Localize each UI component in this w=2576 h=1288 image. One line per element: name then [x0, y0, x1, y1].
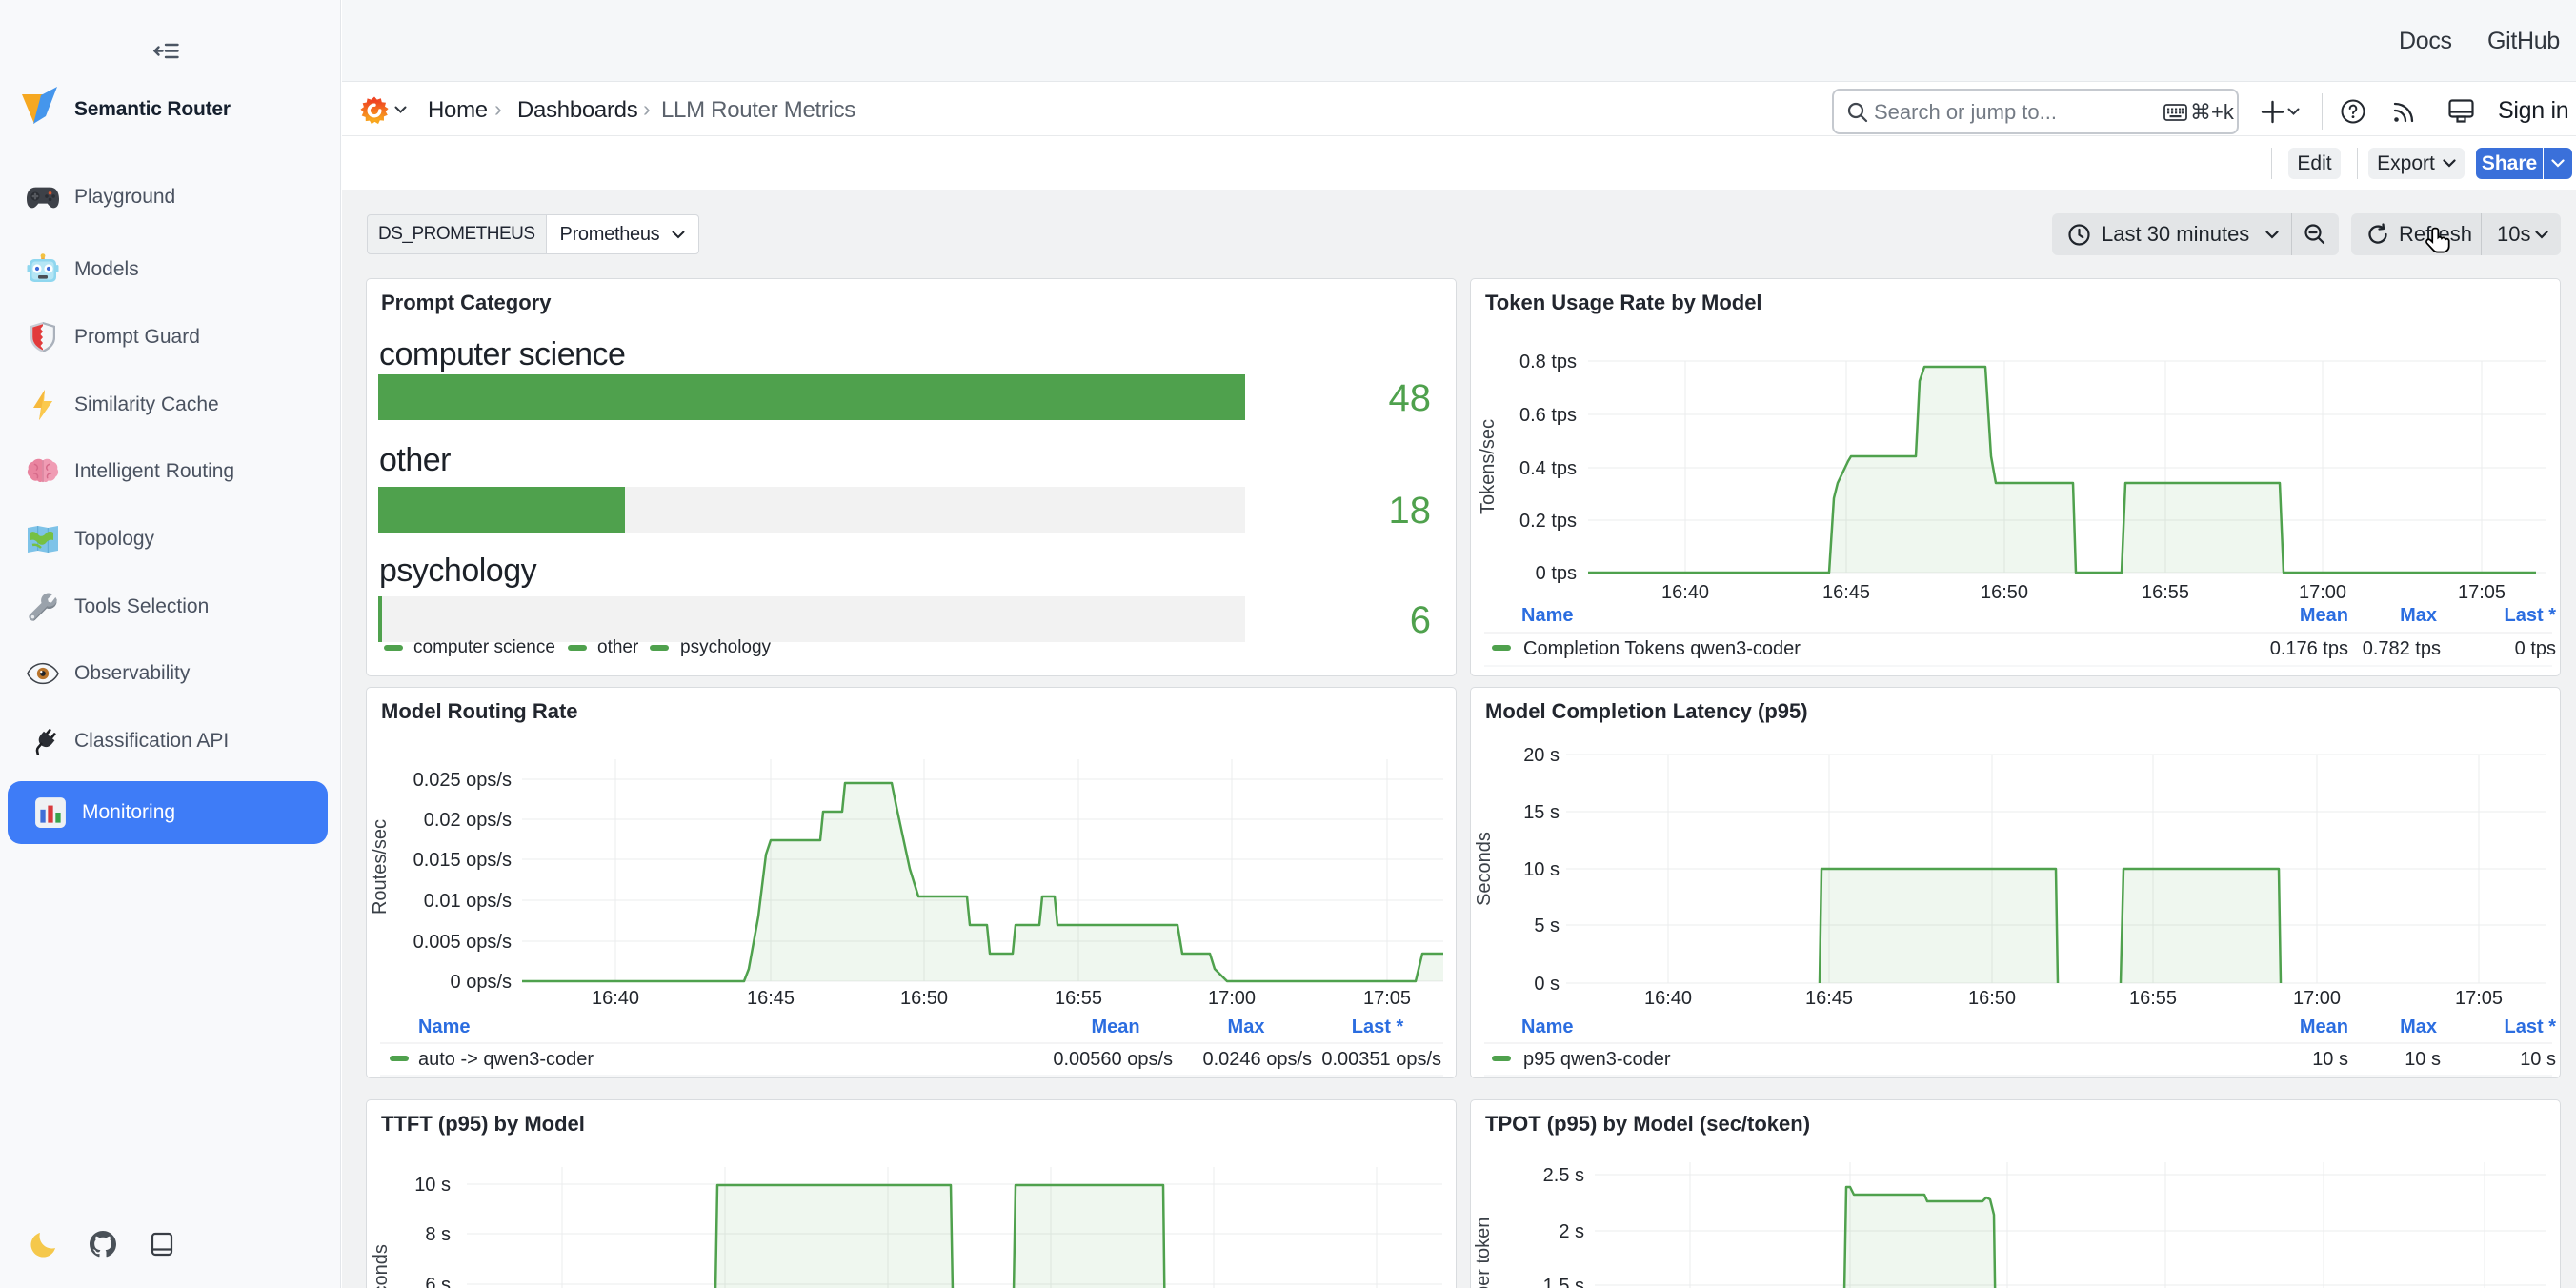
- svg-text:17:05: 17:05: [2458, 582, 2506, 603]
- svg-text:0.00560 ops/s: 0.00560 ops/s: [1053, 1049, 1173, 1070]
- svg-text:Last *: Last *: [2505, 605, 2557, 626]
- svg-text:20 s: 20 s: [1523, 745, 1560, 766]
- svg-text:16:55: 16:55: [1055, 988, 1102, 1009]
- svg-text:16:40: 16:40: [1644, 988, 1692, 1009]
- svg-text:17:00: 17:00: [2293, 988, 2341, 1009]
- svg-text:16:45: 16:45: [747, 988, 795, 1009]
- svg-text:Last *: Last *: [2505, 1016, 2557, 1037]
- svg-text:17:00: 17:00: [1208, 988, 1256, 1009]
- svg-text:15 s: 15 s: [1523, 802, 1560, 823]
- svg-text:16:55: 16:55: [2142, 582, 2189, 603]
- svg-text:17:05: 17:05: [1363, 988, 1411, 1009]
- svg-text:0.4 tps: 0.4 tps: [1519, 458, 1577, 479]
- svg-text:6 s: 6 s: [425, 1275, 451, 1288]
- svg-text:Completion Tokens qwen3-coder: Completion Tokens qwen3-coder: [1523, 638, 1801, 659]
- svg-text:p95 qwen3-coder: p95 qwen3-coder: [1523, 1049, 1671, 1070]
- svg-text:2 s: 2 s: [1559, 1221, 1584, 1242]
- svg-text:Mean: Mean: [2300, 1016, 2348, 1037]
- svg-text:0.02 ops/s: 0.02 ops/s: [424, 810, 512, 831]
- svg-text:Seconds: Seconds: [1474, 832, 1495, 906]
- svg-text:16:50: 16:50: [900, 988, 948, 1009]
- svg-text:Name: Name: [1521, 1016, 1573, 1037]
- svg-text:Mean: Mean: [1091, 1016, 1139, 1037]
- svg-text:10 s: 10 s: [414, 1175, 451, 1196]
- svg-text:0.025 ops/s: 0.025 ops/s: [413, 770, 512, 791]
- svg-text:10 s: 10 s: [2520, 1049, 2556, 1070]
- svg-text:16:50: 16:50: [1968, 988, 2016, 1009]
- svg-text:10 s: 10 s: [2405, 1049, 2441, 1070]
- svg-text:Max: Max: [2400, 1016, 2437, 1037]
- svg-text:16:50: 16:50: [1981, 582, 2028, 603]
- svg-text:16:40: 16:40: [592, 988, 639, 1009]
- svg-text:0.0246 ops/s: 0.0246 ops/s: [1202, 1049, 1312, 1070]
- svg-text:Seconds per token: Seconds per token: [1473, 1218, 1494, 1288]
- svg-text:2.5 s: 2.5 s: [1543, 1165, 1584, 1186]
- svg-text:17:00: 17:00: [2299, 582, 2346, 603]
- svg-text:16:45: 16:45: [1805, 988, 1853, 1009]
- svg-text:0.6 tps: 0.6 tps: [1519, 405, 1577, 426]
- svg-text:0 tps: 0 tps: [2515, 638, 2556, 659]
- svg-text:Mean: Mean: [2300, 605, 2348, 626]
- svg-text:0.176 tps: 0.176 tps: [2270, 638, 2348, 659]
- svg-text:5 s: 5 s: [1534, 916, 1560, 936]
- svg-text:16:45: 16:45: [1822, 582, 1870, 603]
- svg-text:0.015 ops/s: 0.015 ops/s: [413, 850, 512, 871]
- svg-text:0 s: 0 s: [1534, 974, 1560, 995]
- svg-text:Name: Name: [418, 1016, 470, 1037]
- svg-text:0.005 ops/s: 0.005 ops/s: [413, 932, 512, 953]
- svg-text:8 s: 8 s: [425, 1224, 451, 1245]
- svg-text:1.5 s: 1.5 s: [1543, 1276, 1584, 1288]
- svg-text:10 s: 10 s: [2312, 1049, 2348, 1070]
- svg-text:0.2 tps: 0.2 tps: [1519, 511, 1577, 532]
- svg-text:0 ops/s: 0 ops/s: [451, 972, 512, 993]
- svg-text:Last *: Last *: [1352, 1016, 1404, 1037]
- svg-text:0.782 tps: 0.782 tps: [2363, 638, 2441, 659]
- svg-text:Name: Name: [1521, 605, 1573, 626]
- svg-text:0.00351 ops/s: 0.00351 ops/s: [1321, 1049, 1441, 1070]
- svg-text:0.01 ops/s: 0.01 ops/s: [424, 891, 512, 912]
- svg-text:0.8 tps: 0.8 tps: [1519, 352, 1577, 372]
- svg-text:Routes/sec: Routes/sec: [370, 819, 391, 915]
- svg-text:Seconds: Seconds: [371, 1244, 392, 1288]
- svg-text:10 s: 10 s: [1523, 859, 1560, 880]
- svg-text:auto -> qwen3-coder: auto -> qwen3-coder: [418, 1049, 594, 1070]
- svg-text:16:55: 16:55: [2129, 988, 2177, 1009]
- svg-text:16:40: 16:40: [1661, 582, 1709, 603]
- svg-text:Max: Max: [1228, 1016, 1265, 1037]
- svg-text:0 tps: 0 tps: [1536, 563, 1577, 584]
- svg-text:17:05: 17:05: [2455, 988, 2503, 1009]
- svg-text:Max: Max: [2400, 605, 2437, 626]
- svg-text:Tokens/sec: Tokens/sec: [1478, 419, 1499, 514]
